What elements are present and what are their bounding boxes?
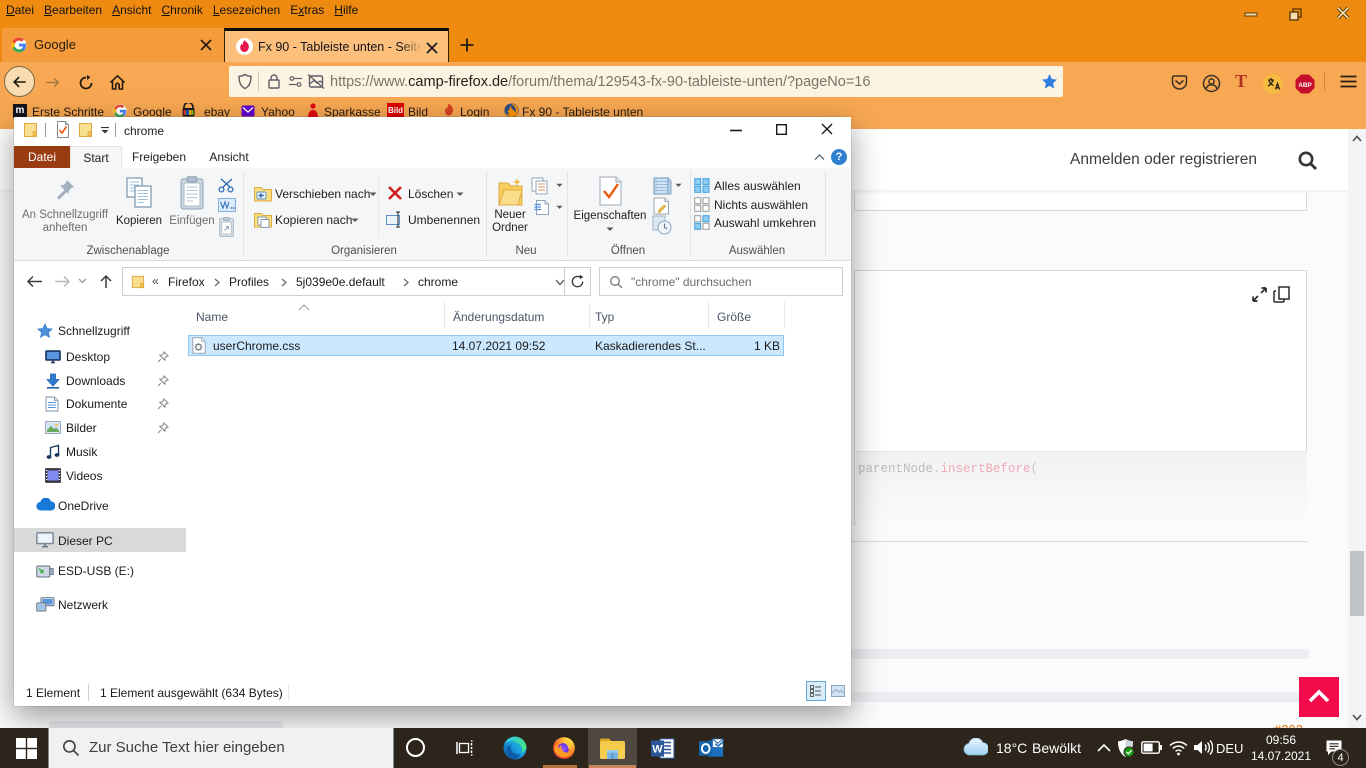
svg-text:W: W	[652, 744, 663, 756]
svg-text:ABP: ABP	[1298, 82, 1312, 89]
